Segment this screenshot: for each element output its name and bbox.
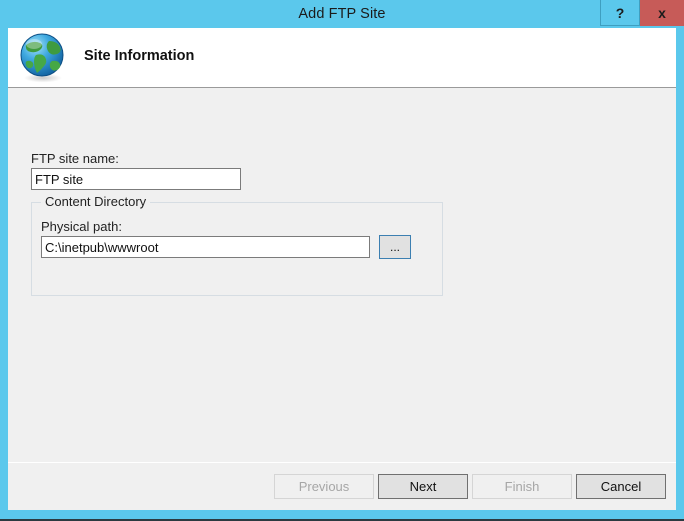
- header-panel: Site Information: [8, 28, 676, 88]
- next-button[interactable]: Next: [378, 474, 468, 499]
- content-area: FTP site name: Content Directory Physica…: [8, 89, 676, 462]
- add-ftp-site-dialog: Add FTP Site ? x Site Information FTP si…: [0, 0, 684, 521]
- footer: Previous Next Finish Cancel: [8, 463, 676, 510]
- finish-button[interactable]: Finish: [472, 474, 572, 499]
- window-title: Add FTP Site: [298, 6, 386, 22]
- close-button[interactable]: x: [640, 0, 684, 26]
- browse-button[interactable]: ...: [379, 235, 411, 259]
- previous-button[interactable]: Previous: [274, 474, 374, 499]
- title-bar[interactable]: Add FTP Site ? x: [0, 0, 684, 28]
- titlebar-button-group: ? x: [600, 0, 684, 26]
- globe-icon: [16, 31, 70, 85]
- ftp-site-name-label: FTP site name:: [31, 151, 119, 166]
- dialog-body: Site Information FTP site name: Content …: [8, 28, 676, 510]
- physical-path-label: Physical path:: [41, 219, 122, 234]
- page-title: Site Information: [84, 48, 195, 64]
- help-button[interactable]: ?: [600, 0, 640, 26]
- content-directory-group-label: Content Directory: [41, 194, 151, 209]
- physical-path-input[interactable]: [41, 236, 370, 258]
- cancel-button[interactable]: Cancel: [576, 474, 666, 499]
- ftp-site-name-input[interactable]: [31, 168, 241, 190]
